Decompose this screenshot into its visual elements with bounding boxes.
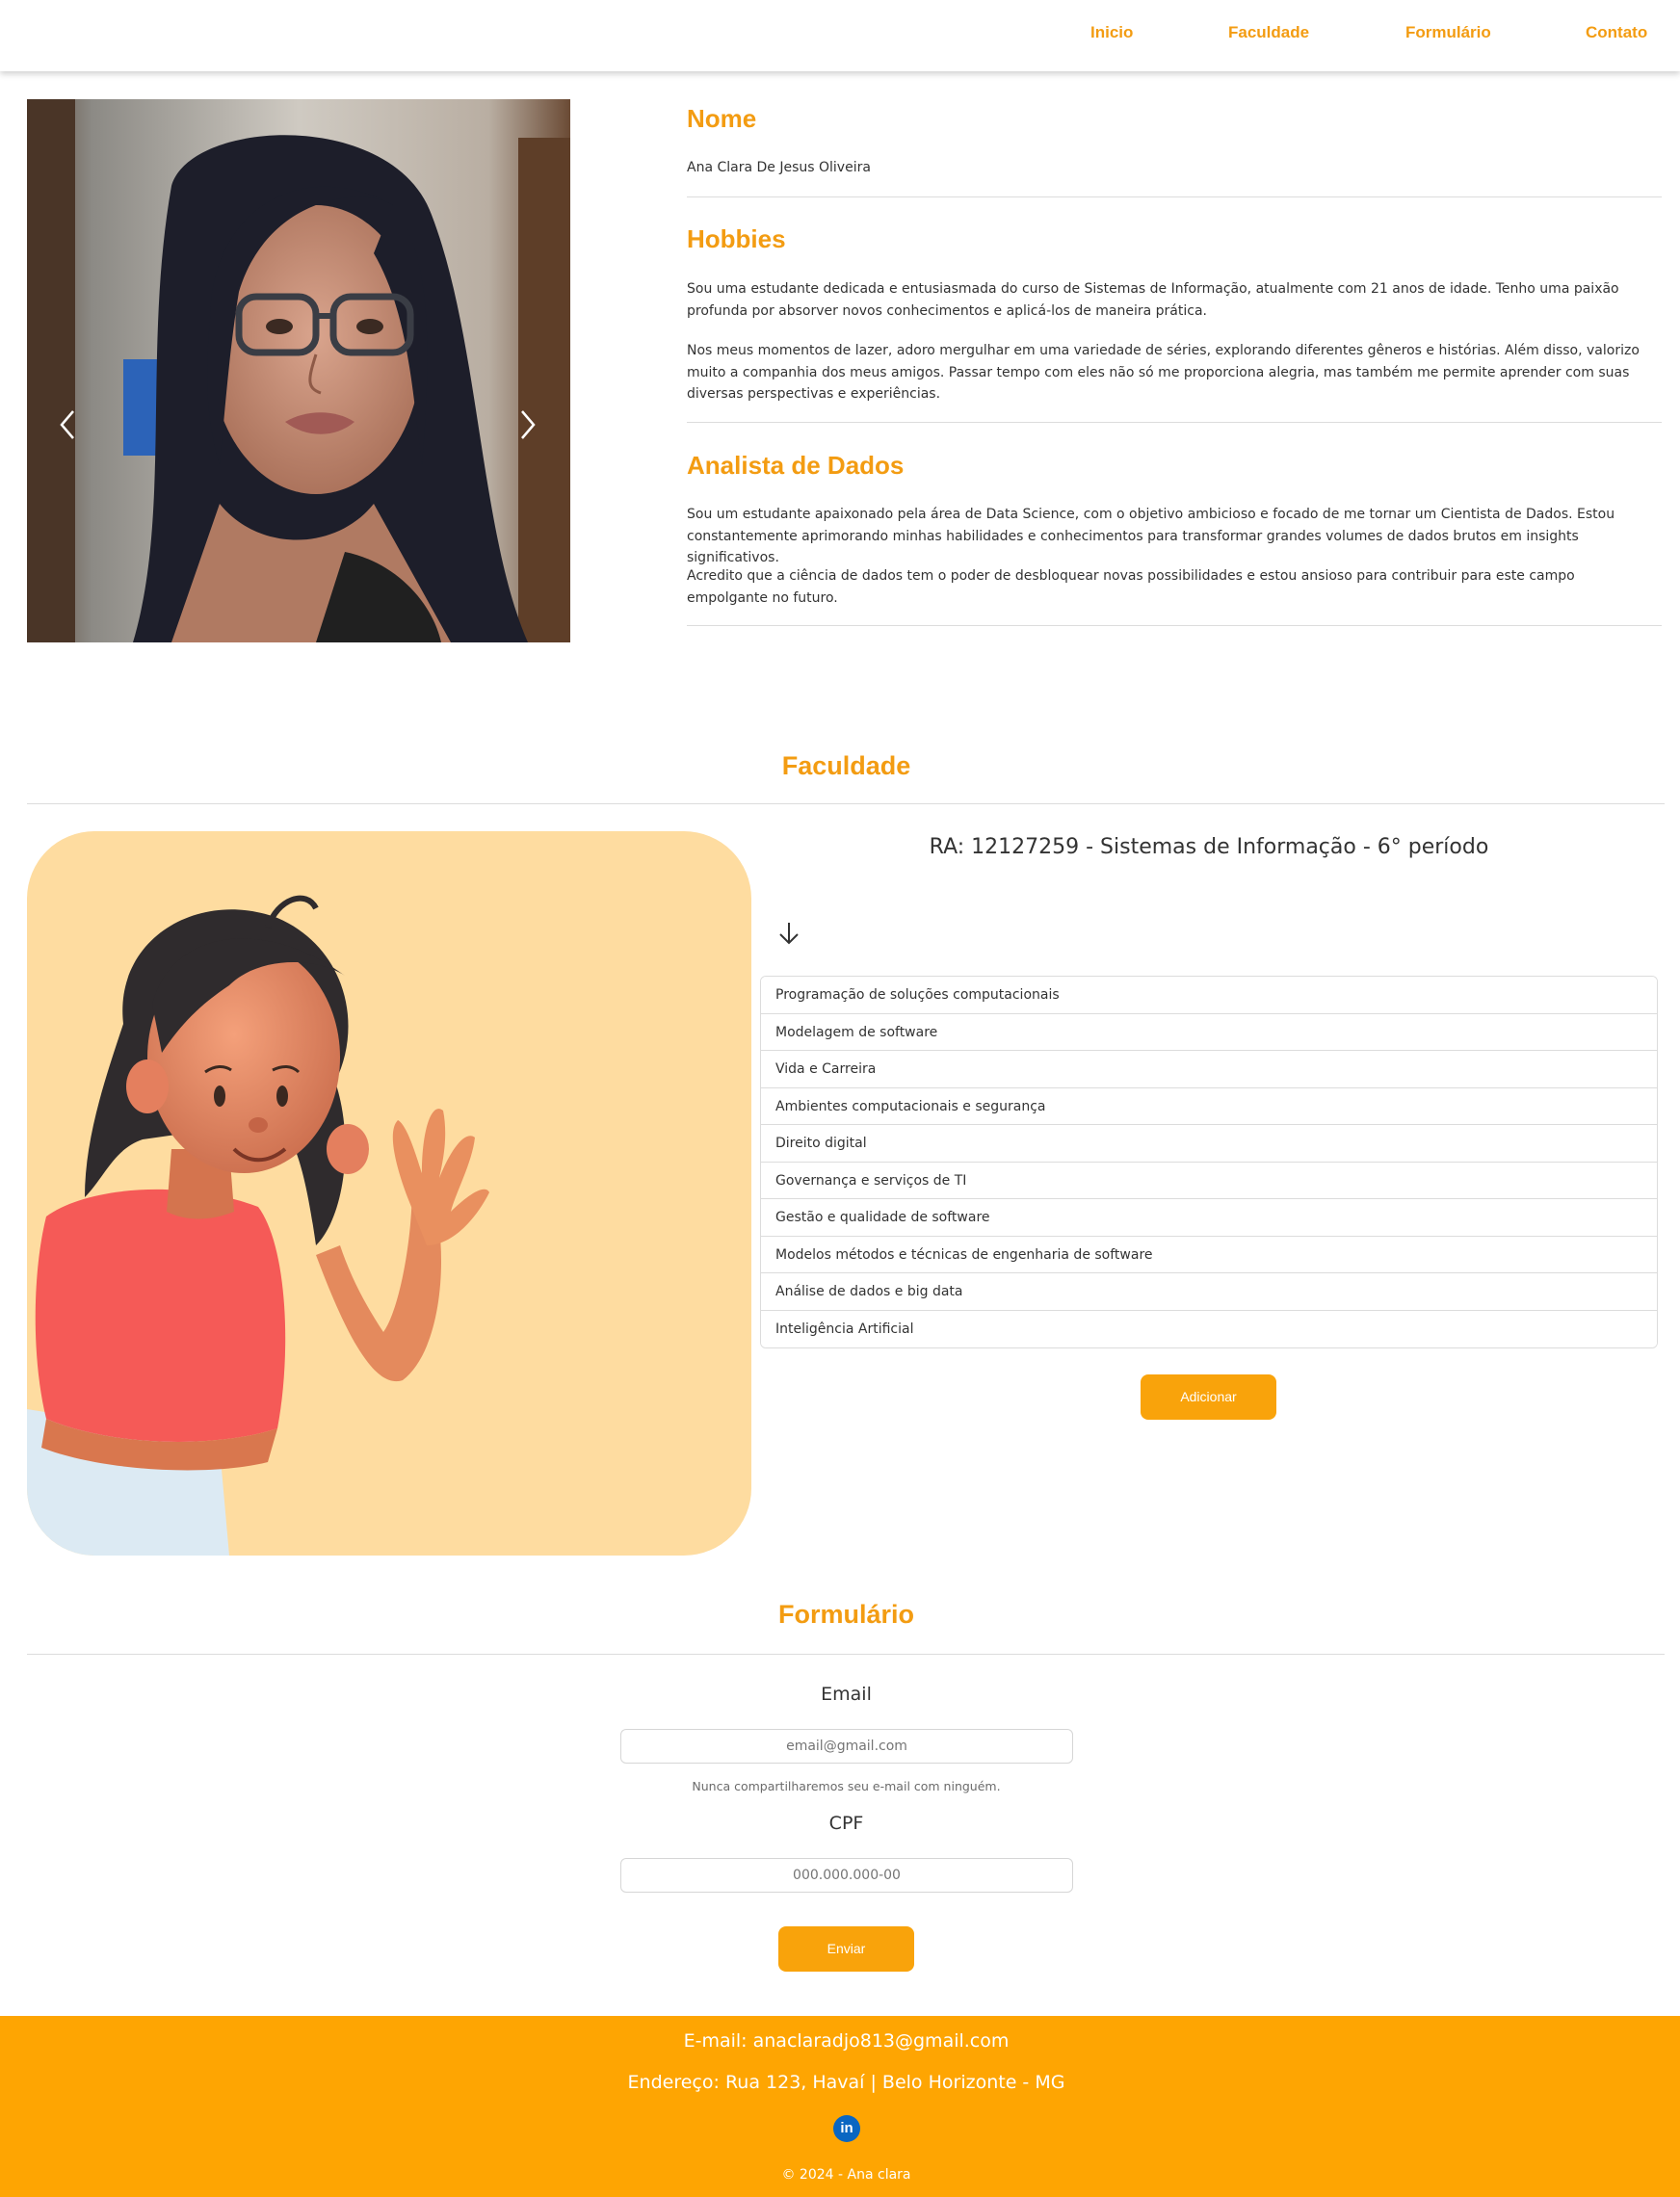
ra-course-info: RA: 12127259 - Sistemas de Informação - … bbox=[929, 835, 1489, 859]
footer-address: Endereço: Rua 123, Havaí | Belo Horizont… bbox=[627, 2072, 1065, 2093]
nav-link-inicio[interactable]: Inicio bbox=[1090, 23, 1133, 42]
faculdade-title: Faculdade bbox=[781, 751, 911, 780]
analista-paragraph-2: Acredito que a ciência de dados tem o po… bbox=[687, 568, 1575, 606]
cpf-field[interactable] bbox=[620, 1858, 1073, 1893]
footer: E-mail: anaclaradjo813@gmail.com Endereç… bbox=[0, 2016, 1680, 2197]
nav-link-faculdade[interactable]: Faculdade bbox=[1228, 23, 1309, 42]
profile-photo-carousel bbox=[27, 99, 570, 642]
email-help-text: Nunca compartilharemos seu e-mail com ni… bbox=[692, 1779, 1001, 1793]
subject-list: Programação de soluções computacionais M… bbox=[760, 976, 1658, 1348]
nav-link-formulario[interactable]: Formulário bbox=[1405, 23, 1491, 42]
chevron-right-icon[interactable] bbox=[516, 405, 539, 444]
list-item: Programação de soluções computacionais bbox=[761, 977, 1657, 1014]
analista-paragraph-1: Sou um estudante apaixonado pela área de… bbox=[687, 507, 1615, 565]
arrow-down-icon bbox=[779, 923, 799, 945]
hobbies-paragraph-2: Nos meus momentos de lazer, adoro mergul… bbox=[687, 343, 1640, 402]
analista-title: Analista de Dados bbox=[687, 451, 905, 480]
list-item: Análise de dados e big data bbox=[761, 1273, 1657, 1311]
nome-value: Ana Clara De Jesus Oliveira bbox=[687, 160, 871, 175]
list-item: Modelagem de software bbox=[761, 1013, 1657, 1051]
chevron-left-icon[interactable] bbox=[56, 405, 79, 444]
submit-button[interactable]: Enviar bbox=[778, 1926, 914, 1972]
list-item: Modelos métodos e técnicas de engenharia… bbox=[761, 1236, 1657, 1273]
email-field[interactable] bbox=[620, 1729, 1073, 1764]
linkedin-icon[interactable]: in bbox=[833, 2115, 860, 2142]
list-item: Ambientes computacionais e segurança bbox=[761, 1087, 1657, 1125]
email-label: Email bbox=[821, 1684, 872, 1705]
cpf-label: CPF bbox=[828, 1813, 864, 1834]
navbar: Inicio Faculdade Formulário Contato bbox=[0, 0, 1680, 71]
nav-link-contato[interactable]: Contato bbox=[1586, 23, 1647, 42]
divider bbox=[27, 1654, 1665, 1655]
nome-title: Nome bbox=[687, 104, 757, 133]
footer-email[interactable]: E-mail: anaclaradjo813@gmail.com bbox=[0, 2030, 1680, 2052]
divider bbox=[27, 803, 1665, 804]
list-item: Inteligência Artificial bbox=[761, 1310, 1657, 1347]
divider bbox=[687, 625, 1662, 626]
list-item: Gestão e qualidade de software bbox=[761, 1199, 1657, 1237]
hobbies-paragraph-1: Sou uma estudante dedicada e entusiasmad… bbox=[687, 281, 1619, 319]
divider bbox=[687, 196, 1662, 197]
divider bbox=[687, 422, 1662, 423]
formulario-title: Formulário bbox=[777, 1600, 914, 1629]
profile-photo bbox=[27, 99, 570, 642]
add-button[interactable]: Adicionar bbox=[1141, 1374, 1276, 1420]
list-item: Governança e serviços de TI bbox=[761, 1162, 1657, 1199]
hobbies-title: Hobbies bbox=[687, 224, 786, 253]
avatar-illustration bbox=[27, 831, 751, 1556]
footer-copyright: © 2024 - Ana clara bbox=[781, 2167, 911, 2183]
list-item: Vida e Carreira bbox=[761, 1051, 1657, 1088]
list-item: Direito digital bbox=[761, 1125, 1657, 1163]
